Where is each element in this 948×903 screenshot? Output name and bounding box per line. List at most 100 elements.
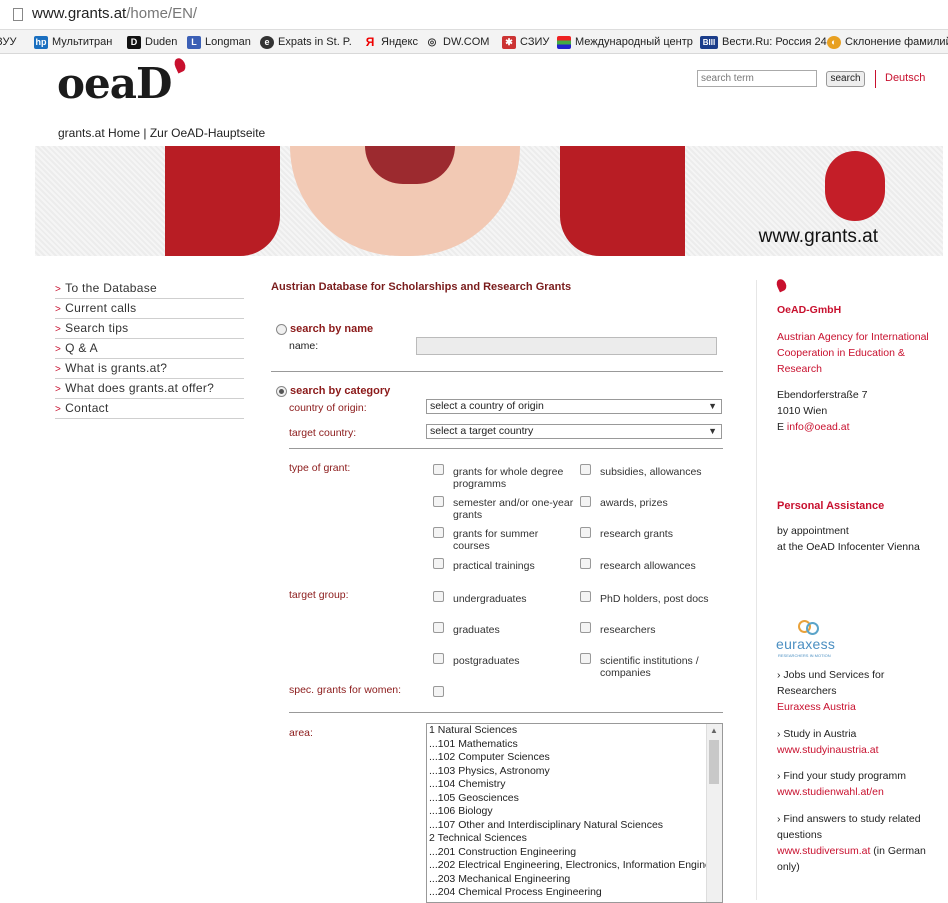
arrow-icon: > <box>55 324 62 335</box>
nav-item-current-calls[interactable]: > Current calls <box>55 299 244 319</box>
bookmark-item[interactable]: ✱ СЗИУ <box>502 35 549 49</box>
longman-icon: L <box>187 35 201 49</box>
address-bar[interactable]: www.grants.at/home/EN/ <box>0 0 948 30</box>
scroll-up-icon[interactable]: ▲ <box>710 726 718 735</box>
area-listbox[interactable]: 1 Natural Sciences ...101 Mathematics ..… <box>426 723 723 903</box>
nav-item-to-the-database[interactable]: > To the Database <box>55 279 244 299</box>
assistance-line: at the OeAD Infocenter Vienna <box>777 541 920 553</box>
list-item[interactable]: ...101 Mathematics <box>427 738 709 752</box>
expats-icon: e <box>260 35 274 49</box>
checkbox-grant-type[interactable] <box>433 558 444 569</box>
oead-logo[interactable]: oeaD <box>57 56 188 105</box>
radio-search-by-category[interactable] <box>276 386 287 397</box>
checkbox-label: subsidies, allowances <box>600 466 702 478</box>
sidebar-link-text: › Find answers to study related question… <box>777 813 921 841</box>
checkbox-target-group[interactable] <box>433 653 444 664</box>
nav-item-what-offer[interactable]: > What does grants.at offer? <box>55 379 244 399</box>
checkbox-target-group[interactable] <box>580 653 591 664</box>
sidebar-link[interactable]: www.studienwahl.at/en <box>777 784 937 800</box>
bookmark-item[interactable]: BIII Вести.Ru: Россия 24 <box>700 35 827 49</box>
scrollbar-thumb[interactable] <box>709 740 719 784</box>
checkbox-label: undergraduates <box>453 593 527 605</box>
list-item[interactable]: ...105 Geosciences <box>427 792 709 806</box>
list-item[interactable]: ...104 Chemistry <box>427 778 709 792</box>
arrow-icon: > <box>55 364 62 375</box>
list-item[interactable]: ...107 Other and Interdisciplinary Natur… <box>427 819 709 833</box>
list-item[interactable]: ...102 Computer Sciences <box>427 751 709 765</box>
list-item[interactable]: ...201 Construction Engineering <box>427 846 709 860</box>
women-grants-label: spec. grants for women: <box>289 684 402 696</box>
checkbox-target-group[interactable] <box>580 591 591 602</box>
sidebar-link[interactable]: www.studiversum.at <box>777 845 870 857</box>
column-divider <box>756 280 757 900</box>
target-group-label: target group: <box>289 589 349 601</box>
checkbox-grant-type[interactable] <box>580 558 591 569</box>
nav-item-q-and-a[interactable]: > Q & A <box>55 339 244 359</box>
bookmark-item[interactable]: Я Яндекс <box>363 35 418 49</box>
dw-icon: ◎ <box>427 36 437 48</box>
hp-icon: hp <box>34 35 48 49</box>
bookmark-item[interactable]: hp Мультитран <box>34 35 112 49</box>
nav-item-what-is[interactable]: > What is grants.at? <box>55 359 244 379</box>
list-item[interactable]: ...103 Physics, Astronomy <box>427 765 709 779</box>
logo-drop-icon <box>172 56 188 74</box>
checkbox-grant-type[interactable] <box>580 464 591 475</box>
checkbox-label: research allowances <box>600 560 696 572</box>
breadcrumb[interactable]: grants.at Home | Zur OeAD-Hauptseite <box>58 126 265 140</box>
bookmark-item[interactable]: e Expats in St. P. <box>260 35 352 49</box>
checkbox-target-group[interactable] <box>433 591 444 602</box>
search-button[interactable]: search <box>826 71 865 87</box>
type-of-grant-label: type of grant: <box>289 462 351 474</box>
address-city: 1010 Wien <box>777 405 828 417</box>
name-input[interactable] <box>416 337 717 355</box>
arrow-icon: > <box>55 344 62 355</box>
search-by-name-label: search by name <box>290 323 374 335</box>
checkbox-target-group[interactable] <box>580 622 591 633</box>
bookmark-item[interactable]: D Duden <box>127 35 177 49</box>
checkbox-women-grants[interactable] <box>433 686 444 697</box>
target-country-select[interactable]: select a target country ▼ <box>426 424 722 439</box>
checkbox-grant-type[interactable] <box>433 527 444 538</box>
radio-search-by-name[interactable] <box>276 324 287 335</box>
checkbox-label: grants for whole degree programms <box>453 466 564 490</box>
checkbox-grant-type[interactable] <box>433 464 444 475</box>
bookmark-item[interactable]: ◐ Склонение фамилий <box>827 35 948 49</box>
email-link[interactable]: info@oead.at <box>787 421 850 433</box>
euraxess-logo[interactable]: euraxess RESEARCHERS IN MOTION <box>776 620 836 658</box>
listbox-scrollbar[interactable]: ▲ <box>706 724 722 902</box>
euraxess-ring-icon <box>806 622 819 635</box>
banner-girl-image <box>825 151 885 221</box>
nav-item-contact[interactable]: > Contact <box>55 399 244 419</box>
search-by-category-label: search by category <box>290 385 391 397</box>
list-item[interactable]: ...204 Chemical Process Engineering <box>427 886 709 900</box>
bookmark-item[interactable]: ◎ DW.COM <box>425 35 490 49</box>
nav-item-search-tips[interactable]: > Search tips <box>55 319 244 339</box>
area-label: area: <box>289 727 313 739</box>
list-item[interactable]: 2 Technical Sciences <box>427 832 709 846</box>
bookmark-item[interactable]: L Longman <box>187 35 251 49</box>
checkbox-grant-type[interactable] <box>433 496 444 507</box>
list-item[interactable]: 1 Natural Sciences <box>427 724 709 738</box>
checkbox-label: postgraduates <box>453 655 520 667</box>
checkbox-label: PhD holders, post docs <box>600 593 709 605</box>
list-item[interactable]: ...106 Biology <box>427 805 709 819</box>
org-name: OeAD-GmbH <box>777 304 842 316</box>
url-text[interactable]: www.grants.at/home/EN/ <box>32 5 197 22</box>
name-label: name: <box>289 340 319 352</box>
language-link-deutsch[interactable]: Deutsch <box>885 72 925 84</box>
bookmark-item[interactable]: ЗУУ <box>0 35 17 49</box>
country-of-origin-select[interactable]: select a country of origin ▼ <box>426 399 722 414</box>
checkbox-grant-type[interactable] <box>580 496 591 507</box>
checkbox-label: research grants <box>600 528 673 540</box>
checkbox-target-group[interactable] <box>433 622 444 633</box>
dropdown-arrow-icon: ▼ <box>708 426 717 436</box>
sidebar-link[interactable]: Euraxess Austria <box>777 699 937 715</box>
checkbox-grant-type[interactable] <box>580 527 591 538</box>
list-item[interactable]: ...202 Electrical Engineering, Electroni… <box>427 859 709 873</box>
bookmark-item[interactable]: Международный центр <box>557 35 703 49</box>
sidebar-link[interactable]: www.studyinaustria.at <box>777 742 937 758</box>
email-line: E info@oead.at <box>777 421 850 433</box>
search-input[interactable]: search term <box>697 70 817 87</box>
list-item[interactable]: ...203 Mechanical Engineering <box>427 873 709 887</box>
checkbox-label: practical trainings <box>453 560 535 572</box>
